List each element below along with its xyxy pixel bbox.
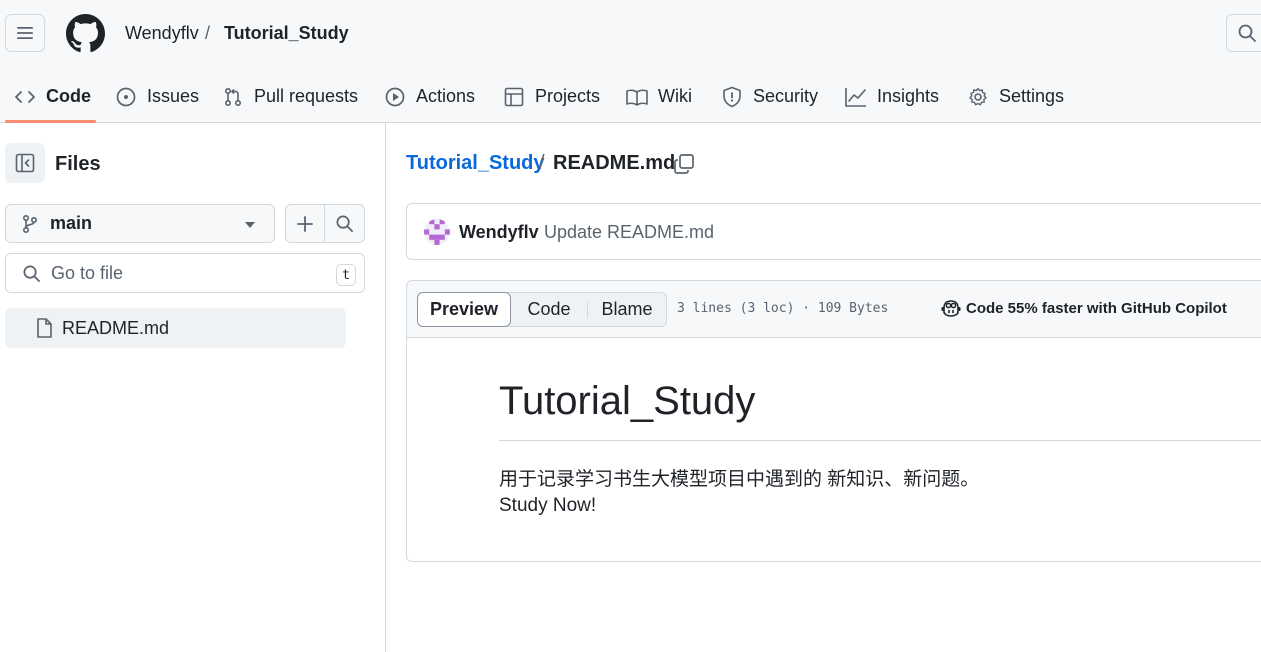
copy-icon bbox=[673, 153, 695, 175]
search-button[interactable] bbox=[1226, 14, 1261, 52]
copilot-promo-text: Code 55% faster with GitHub Copilot bbox=[966, 299, 1227, 317]
tab-issues-label: Issues bbox=[147, 86, 200, 106]
file-tree-item[interactable]: README.md bbox=[5, 308, 346, 348]
tab-security[interactable]: Security bbox=[721, 70, 818, 123]
search-icon bbox=[1237, 23, 1257, 43]
file-icon bbox=[36, 318, 52, 338]
shield-icon bbox=[721, 86, 743, 108]
owner-link[interactable]: Wendyflv bbox=[125, 23, 199, 44]
search-files-button[interactable] bbox=[325, 205, 364, 242]
path-separator: / bbox=[539, 152, 545, 174]
repo-header: Wendyflv / Tutorial_Study Code Issues Pu… bbox=[0, 0, 1261, 123]
file-tree-sidebar: Files main Go to file t README.md bbox=[0, 123, 386, 652]
git-pull-request-icon bbox=[222, 86, 244, 108]
repo-nav-tabs: Code Issues Pull requests Actions Projec… bbox=[0, 70, 1261, 123]
commit-author[interactable]: Wendyflv bbox=[459, 222, 539, 243]
keyboard-shortcut-hint: t bbox=[336, 264, 356, 286]
tab-settings-label: Settings bbox=[999, 86, 1065, 106]
sidebar-collapse-icon bbox=[15, 153, 35, 173]
preview-button[interactable]: Preview bbox=[417, 292, 511, 327]
book-icon bbox=[626, 86, 648, 108]
copy-path-button[interactable] bbox=[673, 153, 695, 175]
table-icon bbox=[503, 86, 525, 108]
go-to-file-input[interactable]: Go to file t bbox=[5, 253, 365, 293]
tab-actions-label: Actions bbox=[416, 86, 476, 106]
tab-wiki[interactable]: Wiki bbox=[626, 70, 692, 123]
path-file-name: README.md bbox=[553, 152, 676, 174]
tab-projects-label: Projects bbox=[535, 86, 601, 106]
heading-divider bbox=[499, 440, 1261, 441]
file-stats: 3 lines (3 loc) · 109 Bytes bbox=[677, 301, 889, 316]
tab-wiki-label: Wiki bbox=[658, 86, 692, 106]
search-icon bbox=[22, 264, 41, 283]
readme-tagline: Study Now! bbox=[499, 495, 597, 516]
triangle-down-icon bbox=[244, 221, 256, 229]
tab-settings[interactable]: Settings bbox=[967, 70, 1064, 123]
readme-description: 用于记录学习书生大模型项目中遇到的 新知识、新问题。 bbox=[499, 469, 980, 490]
github-logo-icon[interactable] bbox=[66, 14, 105, 53]
plus-icon bbox=[296, 215, 314, 233]
git-branch-icon bbox=[22, 214, 38, 234]
tab-code-label: Code bbox=[46, 86, 91, 106]
tab-insights[interactable]: Insights bbox=[845, 70, 939, 123]
go-to-file-placeholder: Go to file bbox=[51, 262, 124, 283]
latest-commit-bar: Wendyflv Update README.md bbox=[406, 203, 1261, 260]
play-icon bbox=[384, 86, 406, 108]
files-heading: Files bbox=[55, 153, 101, 175]
tab-issues[interactable]: Issues bbox=[115, 70, 199, 123]
copilot-promo-link[interactable]: Code 55% faster with GitHub Copilot bbox=[941, 299, 1227, 317]
menu-button[interactable] bbox=[5, 14, 45, 52]
path-repo-link[interactable]: Tutorial_Study bbox=[406, 152, 545, 175]
tab-insights-label: Insights bbox=[877, 86, 940, 106]
collapse-sidebar-button[interactable] bbox=[5, 143, 45, 183]
code-icon bbox=[14, 86, 36, 108]
file-viewer-header: Preview Code Blame 3 lines (3 loc) · 109… bbox=[407, 281, 1261, 338]
repo-link[interactable]: Tutorial_Study bbox=[224, 23, 349, 44]
graph-icon bbox=[845, 86, 867, 108]
issue-opened-icon bbox=[115, 86, 137, 108]
breadcrumb-separator: / bbox=[205, 23, 211, 43]
tab-actions[interactable]: Actions bbox=[384, 70, 475, 123]
copilot-icon bbox=[941, 299, 966, 317]
view-mode-toggle: Preview Code Blame bbox=[417, 292, 667, 327]
file-name: README.md bbox=[62, 317, 170, 338]
file-actions-group bbox=[285, 204, 365, 243]
tab-code[interactable]: Code bbox=[14, 70, 91, 123]
branch-selector[interactable]: main bbox=[5, 204, 275, 243]
commit-message[interactable]: Update README.md bbox=[544, 222, 714, 243]
hamburger-icon bbox=[16, 25, 34, 41]
tab-projects[interactable]: Projects bbox=[503, 70, 600, 123]
blame-button[interactable]: Blame bbox=[588, 293, 666, 326]
file-viewer: Preview Code Blame 3 lines (3 loc) · 109… bbox=[406, 280, 1261, 562]
tab-pull-requests-label: Pull requests bbox=[254, 86, 359, 106]
avatar[interactable] bbox=[424, 219, 450, 245]
tab-security-label: Security bbox=[753, 86, 819, 106]
gear-icon bbox=[967, 86, 989, 108]
code-view-button[interactable]: Code bbox=[511, 293, 587, 326]
readme-title: Tutorial_Study bbox=[499, 379, 756, 423]
search-icon bbox=[335, 214, 354, 233]
tab-pull-requests[interactable]: Pull requests bbox=[222, 70, 358, 123]
branch-name: main bbox=[50, 213, 93, 233]
add-file-button[interactable] bbox=[286, 205, 326, 242]
